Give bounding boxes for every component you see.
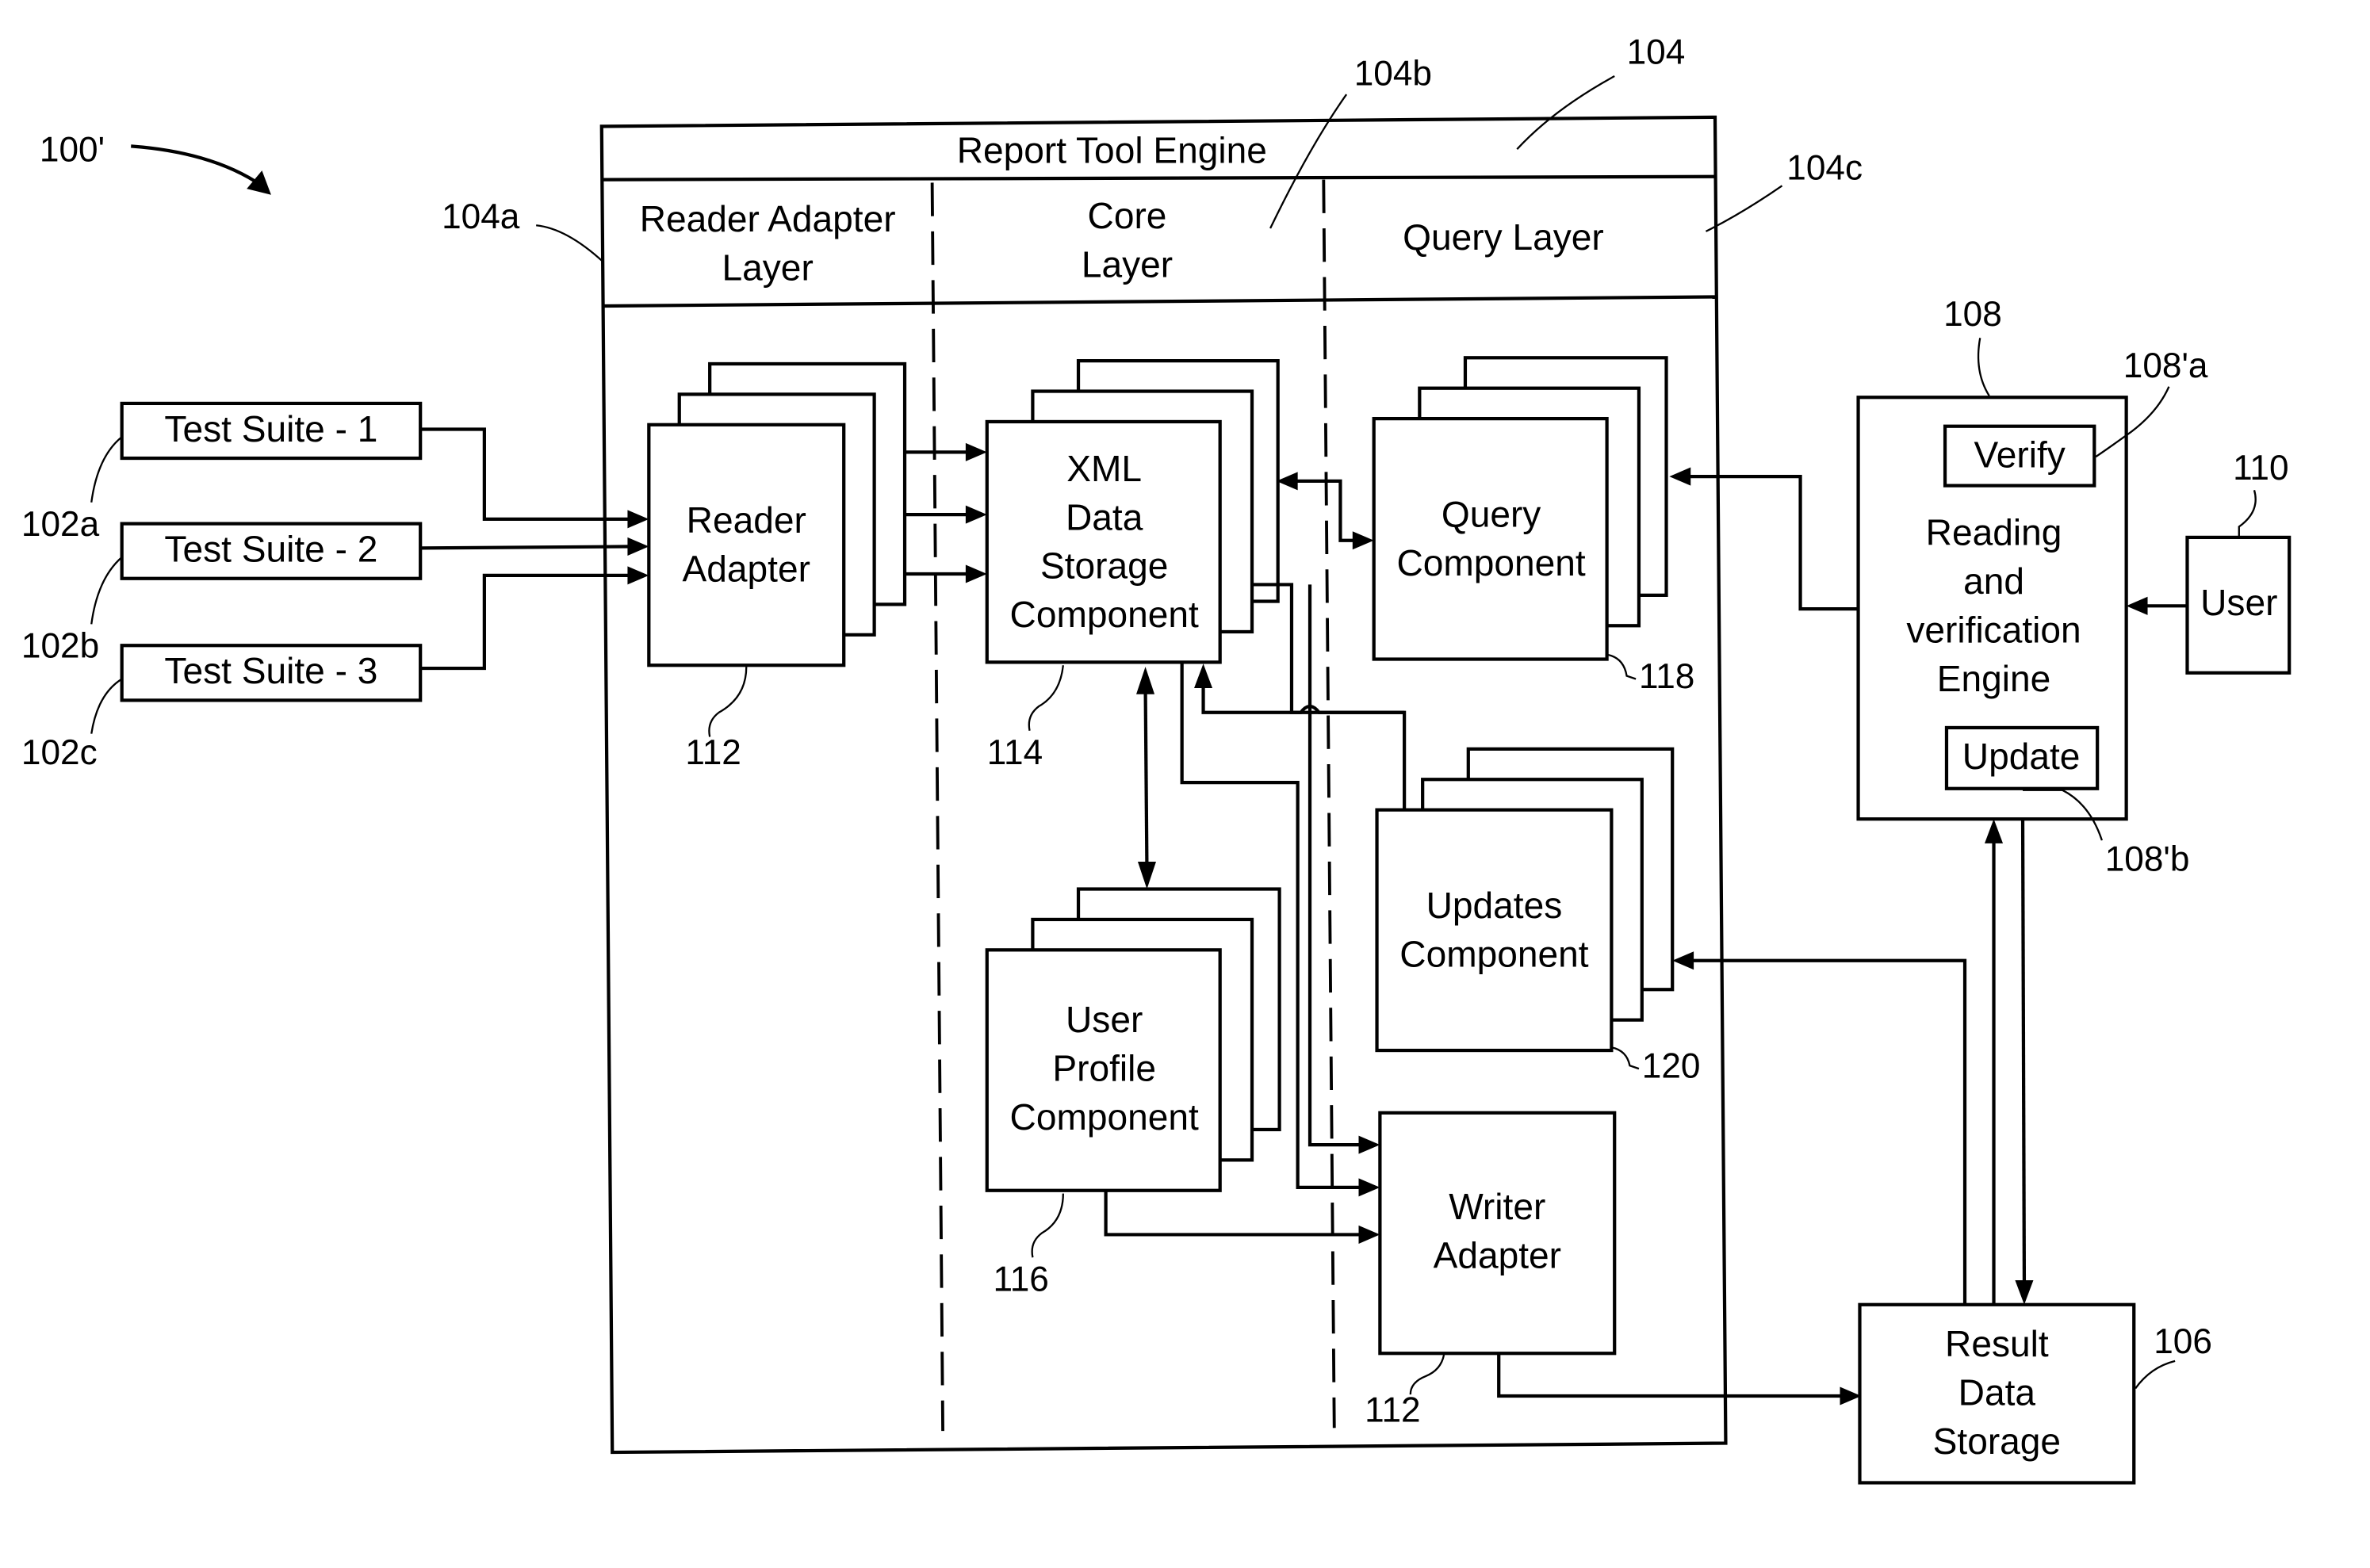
userprofile-writer-connector <box>1104 1190 1365 1237</box>
test-suite-2-ref-leader <box>90 556 123 625</box>
writer-adapter-line1: Writer <box>1449 1186 1545 1227</box>
xml-storage-line1: XML <box>1066 448 1142 489</box>
suite3-connector <box>420 573 634 671</box>
test-suite-2-ref: 102b <box>21 627 99 666</box>
user-ref: 110 <box>2233 449 2288 488</box>
user-label: User <box>2200 582 2277 623</box>
figure-ref-arrow <box>131 144 263 188</box>
layer-core-line1: Core <box>1088 195 1167 236</box>
update-ref: 108'b <box>2105 839 2190 878</box>
verify-ref: 108'a <box>2123 346 2208 385</box>
test-suite-2-label: Test Suite - 2 <box>164 529 377 570</box>
updates-line1: Updates <box>1426 885 1563 926</box>
rv-engine-line4: Engine <box>1937 658 2051 699</box>
test-suite-3: Test Suite - 3 <box>120 644 423 702</box>
user-profile-ref-leader <box>1031 1193 1064 1258</box>
result-storage-line3: Storage <box>1933 1421 2061 1462</box>
layer-divider-2 <box>1322 179 1336 1428</box>
updates-ref-leader <box>1611 1046 1640 1070</box>
writer-adapter-component: Writer Adapter <box>1378 1111 1617 1356</box>
user-profile-line1: User <box>1066 999 1143 1040</box>
updates-component: Updates Component <box>1375 747 1675 1053</box>
writer-adapter-ref: 112 <box>1365 1391 1420 1430</box>
reader-adapter-ref-leader <box>708 667 748 737</box>
rv-query-connector <box>1687 474 1859 611</box>
reader-adapter-ref: 112 <box>685 733 741 772</box>
user-profile-component: User Profile Component <box>985 887 1281 1192</box>
result-storage-line1: Result <box>1945 1323 2049 1364</box>
xml-storage-ref: 114 <box>987 733 1043 772</box>
query-component: Query Component <box>1372 356 1668 661</box>
update-label: Update <box>1962 736 2081 777</box>
query-ref-leader <box>1606 653 1637 680</box>
suite2-connector <box>420 545 634 550</box>
rv-engine-line1: Reading <box>1926 512 2062 553</box>
user-ref-leader <box>2238 490 2257 537</box>
xml-storage-line3: Storage <box>1040 545 1168 587</box>
query-line1: Query <box>1442 493 1541 534</box>
xml-storage-ref-leader <box>1028 665 1064 732</box>
user-profile-line2: Profile <box>1052 1047 1156 1088</box>
figure-ref-arrowhead-icon <box>247 170 271 195</box>
result-storage-ref-leader <box>2135 1360 2176 1390</box>
layer-core-ref-leader <box>1269 94 1348 229</box>
test-suite-2: Test Suite - 2 <box>120 522 423 580</box>
result-storage-ref: 106 <box>2154 1322 2212 1361</box>
verify-module: Verify <box>1943 424 2096 488</box>
update-module: Update <box>1944 725 2100 790</box>
layer-core-line2: Layer <box>1082 244 1173 285</box>
reader-adapter-component: Reader Adapter <box>647 361 907 667</box>
writer-result-connector <box>1497 1353 1844 1398</box>
xml-writer-connector-1 <box>1308 584 1365 1147</box>
writer-adapter-line2: Adapter <box>1434 1235 1561 1276</box>
layer-reader-ref: 104a <box>442 197 520 236</box>
rv-engine-ref-leader <box>1977 338 1990 396</box>
engine-ref: 104 <box>1627 33 1686 72</box>
rv-engine-line2: and <box>1963 560 2024 602</box>
user-profile-ref: 116 <box>993 1260 1048 1298</box>
layer-query-ref: 104c <box>1786 149 1863 188</box>
result-data-storage: Result Data Storage <box>1858 1302 2136 1485</box>
updates-ref: 120 <box>1642 1047 1701 1086</box>
test-suite-1-ref: 102a <box>21 505 100 544</box>
updates-line2: Component <box>1399 933 1588 974</box>
result-storage-line2: Data <box>1958 1372 2036 1413</box>
test-suite-1: Test Suite - 1 <box>120 401 423 461</box>
engine-title: Report Tool Engine <box>957 129 1267 170</box>
reader-adapter-line2: Adapter <box>683 549 810 590</box>
query-ref: 118 <box>1639 657 1694 696</box>
figure-ref-label: 100' <box>40 131 105 170</box>
layer-reader-adapter-line2: Layer <box>722 247 814 288</box>
layer-divider-1 <box>930 182 944 1432</box>
rv-result-connector <box>2020 819 2027 1283</box>
layer-query-label: Query Layer <box>1403 216 1604 258</box>
reader-adapter-line1: Reader <box>687 499 806 541</box>
writer-adapter-ref-leader <box>1409 1354 1445 1395</box>
report-tool-diagram: 100' Report Tool Engine Reader Adapter L… <box>21 33 2292 1485</box>
result-updates-connector <box>1690 958 1967 1305</box>
engine-ref-leader <box>1516 75 1615 150</box>
layer-core-ref: 104b <box>1354 55 1432 94</box>
test-suite-3-label: Test Suite - 3 <box>164 650 377 691</box>
xml-storage-line2: Data <box>1066 496 1143 537</box>
xml-data-storage-component: XML Data Storage Component <box>985 359 1280 664</box>
suite1-connector <box>420 427 634 521</box>
layer-reader-ref-leader <box>536 224 604 263</box>
xml-userprofile-connector <box>1143 687 1149 871</box>
layer-reader-adapter-line1: Reader Adapter <box>640 198 896 239</box>
query-line2: Component <box>1396 542 1585 583</box>
user-box: User <box>2185 535 2292 675</box>
user-profile-line3: Component <box>1010 1096 1199 1138</box>
test-suite-1-label: Test Suite - 1 <box>164 408 377 449</box>
test-suite-3-ref-leader <box>90 678 123 734</box>
test-suite-1-ref-leader <box>90 436 123 503</box>
rv-engine-line3: verification <box>1906 609 2081 650</box>
xml-storage-line4: Component <box>1010 594 1199 635</box>
rv-engine-ref: 108 <box>1943 295 2002 334</box>
test-suite-3-ref: 102c <box>21 733 98 772</box>
verify-label: Verify <box>1974 434 2066 476</box>
